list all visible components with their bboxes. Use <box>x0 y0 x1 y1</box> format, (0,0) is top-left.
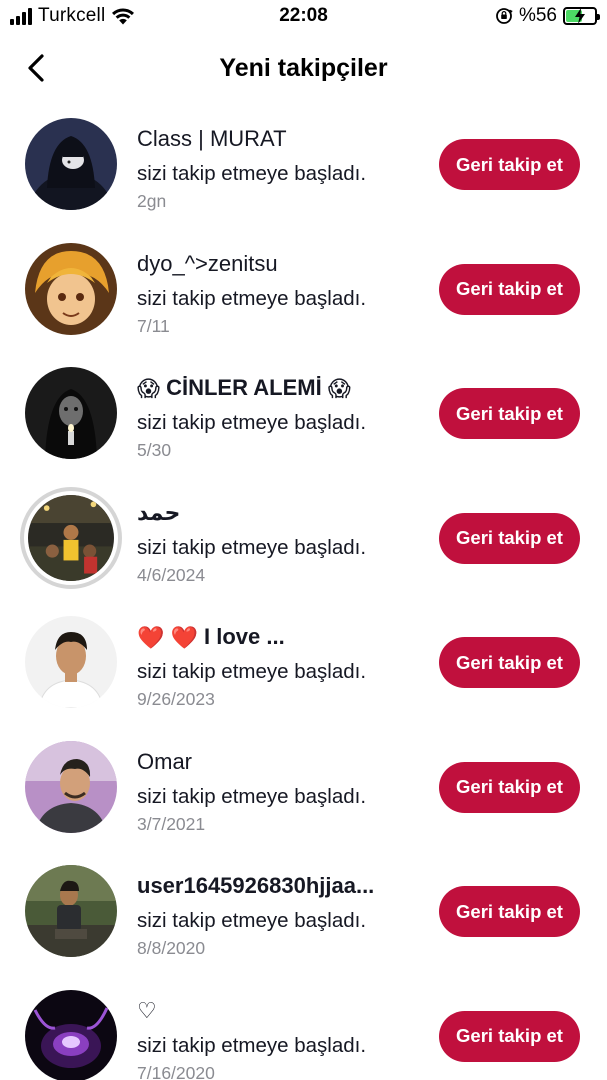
avatar[interactable] <box>25 118 117 210</box>
follower-username[interactable]: Class | MURAT <box>137 124 422 154</box>
follow-date: 3/7/2021 <box>137 813 206 834</box>
battery-charging-icon <box>563 7 600 25</box>
follow-date: 2gn <box>137 191 167 211</box>
avatar[interactable] <box>25 242 117 335</box>
man-selfie-avatar <box>25 740 117 833</box>
follow-message: sizi takip etmeye başladı. <box>137 784 367 808</box>
red-heart-emoji-icon: ❤️ ❤️ <box>137 625 198 651</box>
follower-username[interactable]: حمد <box>137 498 422 528</box>
dark-hooded-figure-avatar <box>25 118 117 210</box>
purple-glow-avatar <box>25 989 117 1080</box>
young-man-portrait-avatar <box>25 616 117 708</box>
follower-username[interactable]: ❤️ ❤️ I love ... <box>137 622 422 652</box>
follow-message: sizi takip etmeye başladı. <box>137 162 367 185</box>
scream-emoji-icon: 😱 <box>137 376 160 402</box>
follower-info: dyo_^>zenitsu sizi takip etmeye başladı.… <box>137 249 422 337</box>
follower-row[interactable]: Class | MURAT sizi takip etmeye başladı.… <box>0 108 607 233</box>
follow-back-button[interactable]: Geri takip et <box>439 1010 580 1062</box>
follower-info: ❤️ ❤️ I love ... sizi takip etmeye başla… <box>137 622 422 710</box>
avatar[interactable] <box>25 367 117 459</box>
follow-date: 4/6/2024 <box>137 564 206 585</box>
follow-message: sizi takip etmeye başladı. <box>137 1033 367 1057</box>
follow-message: sizi takip etmeye başladı. <box>137 909 367 932</box>
follower-info: Class | MURAT sizi takip etmeye başladı.… <box>137 124 422 212</box>
follow-back-button[interactable]: Geri takip et <box>439 886 580 937</box>
followers-list: Class | MURAT sizi takip etmeye başladı.… <box>0 108 607 1080</box>
follow-date: 8/8/2020 <box>137 938 206 958</box>
follower-username[interactable]: ♡ <box>137 996 422 1026</box>
follower-info: 😱 CİNLER ALEMİ 😱 sizi takip etmeye başla… <box>137 373 422 461</box>
man-sitting-outdoors-avatar <box>25 865 117 957</box>
follower-username[interactable]: Omar <box>137 747 422 777</box>
follow-message: sizi takip etmeye başladı. <box>137 286 367 310</box>
follower-username[interactable]: user1645926830hjjaa... <box>137 871 422 901</box>
status-bar: Turkcell 22:08 %56 <box>0 0 607 34</box>
nav-header: Yeni takipçiler <box>0 40 607 98</box>
dark-figure-candle-avatar <box>25 367 117 459</box>
avatar-story-ring[interactable] <box>20 486 122 589</box>
follower-info: Omar sizi takip etmeye başladı. 3/7/2021 <box>137 747 422 835</box>
follower-username-text: CİNLER ALEMİ <box>166 375 322 400</box>
follow-date: 5/30 <box>137 440 172 460</box>
follow-date: 7/11 <box>137 315 170 336</box>
rotation-lock-icon <box>496 8 513 24</box>
follower-row[interactable]: Omar sizi takip etmeye başladı. 3/7/2021… <box>0 731 607 856</box>
follower-username-text: I love ... <box>204 624 285 649</box>
battery-percent: %56 <box>518 5 557 26</box>
follow-date: 9/26/2023 <box>137 689 215 709</box>
follower-row[interactable]: ♡ sizi takip etmeye başladı. 7/16/2020 G… <box>0 980 607 1080</box>
follower-row[interactable]: حمد sizi takip etmeye başladı. 4/6/2024 … <box>0 482 607 607</box>
follow-message: sizi takip etmeye başladı. <box>137 535 367 559</box>
follow-date: 7/16/2020 <box>137 1062 215 1080</box>
follow-message: sizi takip etmeye başladı. <box>137 660 367 683</box>
follow-back-button[interactable]: Geri takip et <box>439 388 580 439</box>
follow-back-button[interactable]: Geri takip et <box>439 761 580 813</box>
avatar[interactable] <box>25 989 117 1080</box>
scream-emoji-icon: 😱 <box>327 376 351 402</box>
follower-row[interactable]: ❤️ ❤️ I love ... sizi takip etmeye başla… <box>0 606 607 731</box>
follower-row[interactable]: dyo_^>zenitsu sizi takip etmeye başladı.… <box>0 233 607 358</box>
follower-username[interactable]: dyo_^>zenitsu <box>137 249 422 279</box>
follow-back-button[interactable]: Geri takip et <box>439 263 580 315</box>
anime-character-avatar <box>25 242 117 335</box>
avatar[interactable] <box>25 616 117 708</box>
follower-info: حمد sizi takip etmeye başladı. 4/6/2024 <box>137 498 422 586</box>
follower-username[interactable]: 😱 CİNLER ALEMİ 😱 <box>137 373 422 403</box>
heart-outline-icon: ♡ <box>137 997 157 1023</box>
follow-back-button[interactable]: Geri takip et <box>439 637 580 688</box>
status-right: %56 <box>495 5 600 27</box>
stadium-crowd-avatar <box>28 494 114 581</box>
follow-message: sizi takip etmeye başladı. <box>137 411 367 434</box>
follower-info: user1645926830hjjaa... sizi takip etmeye… <box>137 871 422 959</box>
avatar[interactable] <box>25 865 117 957</box>
follower-row[interactable]: 😱 CİNLER ALEMİ 😱 sizi takip etmeye başla… <box>0 357 607 482</box>
follower-row[interactable]: user1645926830hjjaa... sizi takip etmeye… <box>0 855 607 980</box>
page-title: Yeni takipçiler <box>219 54 388 82</box>
avatar[interactable] <box>25 740 117 833</box>
follower-info: ♡ sizi takip etmeye başladı. 7/16/2020 <box>137 996 422 1080</box>
follow-back-button[interactable]: Geri takip et <box>439 512 580 564</box>
follow-back-button[interactable]: Geri takip et <box>439 139 580 190</box>
